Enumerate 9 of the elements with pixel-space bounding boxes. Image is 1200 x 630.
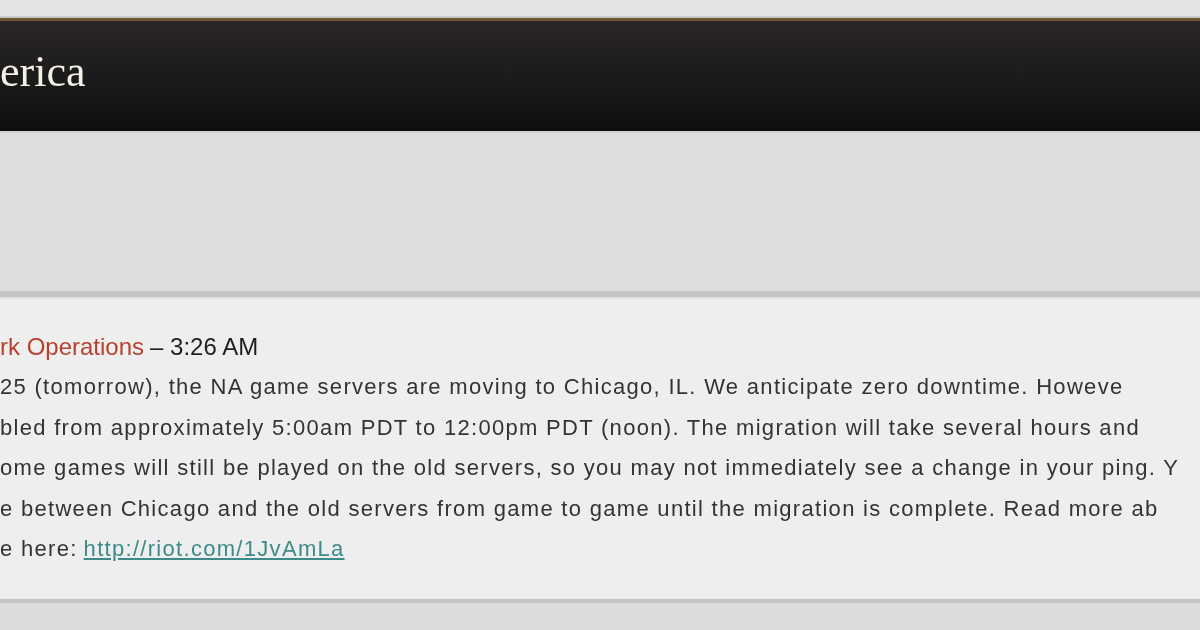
post-time: – 3:26 AM: [150, 333, 259, 361]
author-name[interactable]: rk Operations: [0, 333, 145, 361]
post-link[interactable]: http://riot.com/1JvAmLa: [83, 536, 345, 562]
post-text-line: e here:: [0, 535, 78, 563]
page-title: erica: [0, 45, 86, 97]
post-text-line: ome games will still be played on the old servers, so you may not immediately see a change in your ping. Y: [0, 454, 1181, 482]
post-text-line: 25 (tomorrow), the NA game servers are moving to Chicago, IL. We anticipate zero downtime. Howeve: [0, 373, 1125, 401]
post-text-line: bled from approximately 5:00am PDT to 12:00pm PDT (noon). The migration will take several hours and: [0, 413, 1141, 442]
post-text-line: e between Chicago and the old servers from game to game until the migration is complete. Read more ab: [0, 494, 1160, 523]
